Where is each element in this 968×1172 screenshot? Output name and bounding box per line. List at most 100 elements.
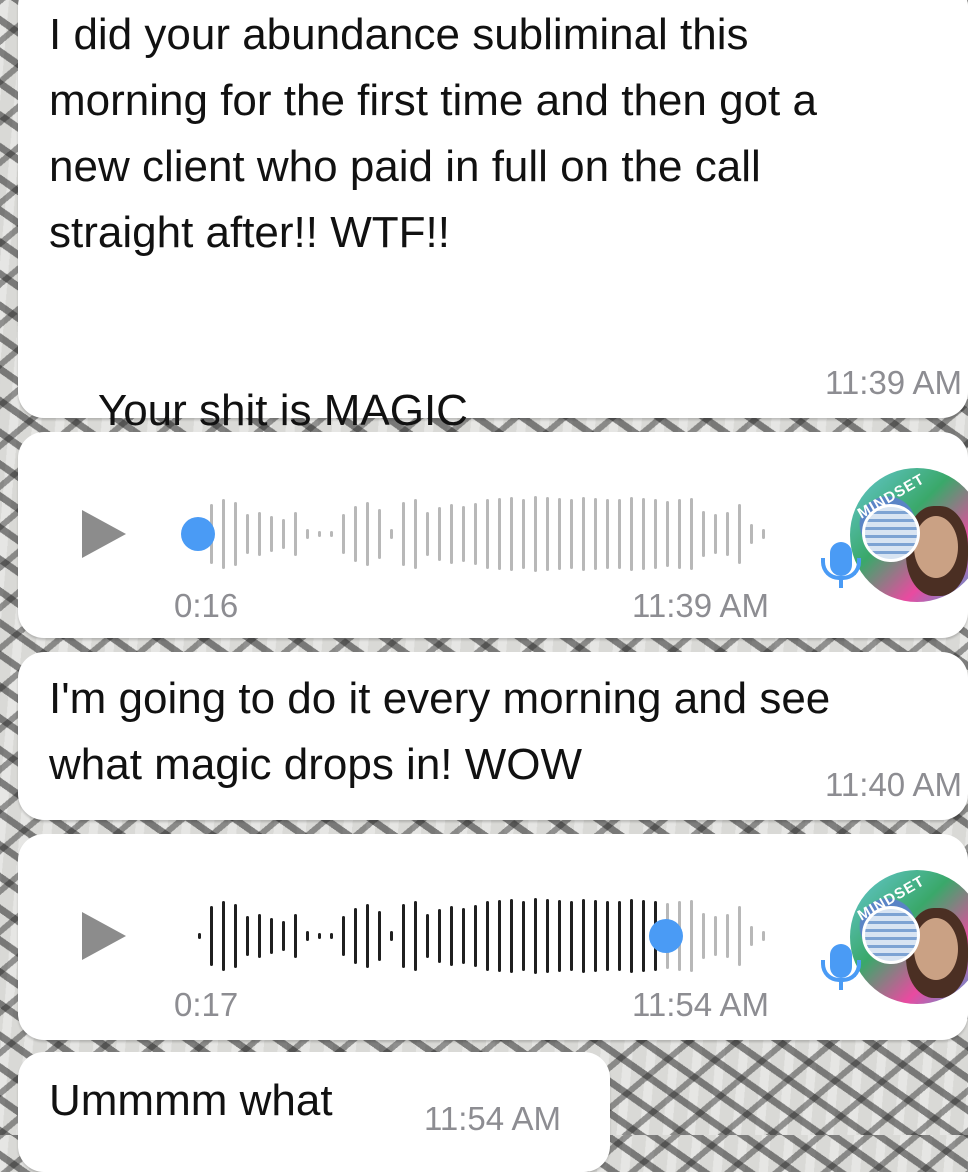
waveform-bar (246, 916, 249, 956)
waveform-bar (762, 931, 765, 941)
waveform-bar (546, 899, 549, 973)
waveform-bar (378, 509, 381, 559)
message-text: I did your abundance subliminal this mor… (49, 10, 817, 257)
waveform-bar (306, 529, 309, 539)
waveform-bar (390, 931, 393, 941)
waveform-bar (738, 504, 741, 564)
waveform-bar (330, 933, 333, 939)
message-timestamp: 11:54 AM (424, 1100, 561, 1137)
waveform-bar (558, 900, 561, 972)
waveform-bar (570, 499, 573, 569)
waveform-bar (270, 516, 273, 552)
waveform-bar (246, 514, 249, 554)
waveform-bar (582, 497, 585, 571)
play-icon[interactable] (82, 912, 126, 960)
message-bubble[interactable]: I did your abundance subliminal this mor… (18, 0, 968, 638)
waveform-bar (450, 504, 453, 564)
waveform-bar (618, 901, 621, 971)
waveform-bar (426, 914, 429, 958)
waveform-bar (354, 908, 357, 964)
waveform-bar (714, 514, 717, 554)
message-timestamp: 11:39 AM (825, 364, 962, 401)
waveform-bar (462, 908, 465, 964)
waveform-bar (450, 906, 453, 966)
waveform-bar (690, 498, 693, 570)
waveform-bar (498, 900, 501, 972)
waveform-bar (726, 914, 729, 958)
waveform-bar (654, 499, 657, 569)
waveform-bar (318, 531, 321, 537)
waveform-bar (414, 901, 417, 971)
message-text: I'm going to do it every morning and see… (49, 674, 831, 789)
waveform-bar (258, 512, 261, 556)
waveform-bar (234, 502, 237, 566)
avatar[interactable]: MINDSET (850, 468, 968, 602)
playhead-dot[interactable] (649, 919, 683, 953)
waveform-bar (330, 531, 333, 537)
waveform-bar (222, 901, 225, 971)
voice-message-bubble: 0:17 11:54 AM MINDSET (18, 834, 968, 1040)
waveform-bar (594, 900, 597, 972)
voice-waveform[interactable] (181, 494, 788, 574)
waveform-bar (606, 901, 609, 971)
waveform-bar (738, 906, 741, 966)
waveform-bar (582, 899, 585, 973)
waveform-bar (666, 501, 669, 567)
waveform-bar (546, 497, 549, 571)
play-icon[interactable] (82, 510, 126, 558)
waveform-bar (486, 901, 489, 971)
voice-waveform[interactable] (198, 896, 788, 976)
waveform-bar (570, 901, 573, 971)
waveform-bar (306, 931, 309, 941)
waveform-bar (378, 911, 381, 961)
waveform-bar (690, 900, 693, 972)
waveform-bar (606, 499, 609, 569)
waveform-bar (630, 497, 633, 571)
waveform-bar (510, 899, 513, 973)
waveform-bar (534, 496, 537, 572)
voice-timestamp: 11:54 AM (632, 986, 769, 1023)
message-timestamp: 11:40 AM (825, 766, 962, 803)
waveform-bar (630, 899, 633, 973)
waveform-bar (510, 497, 513, 571)
playhead-dot[interactable] (181, 517, 215, 551)
waveform-bar (702, 913, 705, 959)
waveform-bar (282, 921, 285, 951)
waveform-bar (342, 916, 345, 956)
waveform-bar (486, 499, 489, 569)
message-text: Ummmm what (49, 1076, 333, 1125)
waveform-bar (282, 519, 285, 549)
waveform-bar (750, 926, 753, 946)
voice-message-bubble: 0:16 11:39 AM MINDSET (18, 432, 968, 638)
waveform-bar (354, 506, 357, 562)
waveform-bar (702, 511, 705, 557)
waveform-bar (210, 906, 213, 966)
waveform-bar (714, 916, 717, 956)
waveform-bar (594, 498, 597, 570)
waveform-bar (294, 914, 297, 958)
waveform-bar (294, 512, 297, 556)
waveform-bar (462, 506, 465, 562)
waveform-bar (618, 499, 621, 569)
waveform-bar (474, 905, 477, 967)
waveform-bar (534, 898, 537, 974)
waveform-bar (258, 914, 261, 958)
waveform-bar (366, 502, 369, 566)
waveform-bar (558, 498, 561, 570)
waveform-bar (750, 524, 753, 544)
avatar[interactable]: MINDSET (850, 870, 968, 1004)
waveform-bar (318, 933, 321, 939)
waveform-bar (522, 499, 525, 569)
voice-duration: 0:16 (174, 587, 239, 624)
message-bubble[interactable]: Ummmm what 11:54 AM (18, 1052, 610, 1172)
waveform-bar (234, 904, 237, 968)
waveform-bar (642, 498, 645, 570)
waveform-bar (474, 503, 477, 565)
waveform-bar (270, 918, 273, 954)
waveform-bar (414, 499, 417, 569)
voice-duration: 0:17 (174, 986, 239, 1023)
waveform-bar (402, 502, 405, 566)
message-bubble[interactable]: I'm going to do it every morning and see… (18, 652, 968, 820)
waveform-bar (438, 507, 441, 561)
waveform-bar (438, 909, 441, 963)
